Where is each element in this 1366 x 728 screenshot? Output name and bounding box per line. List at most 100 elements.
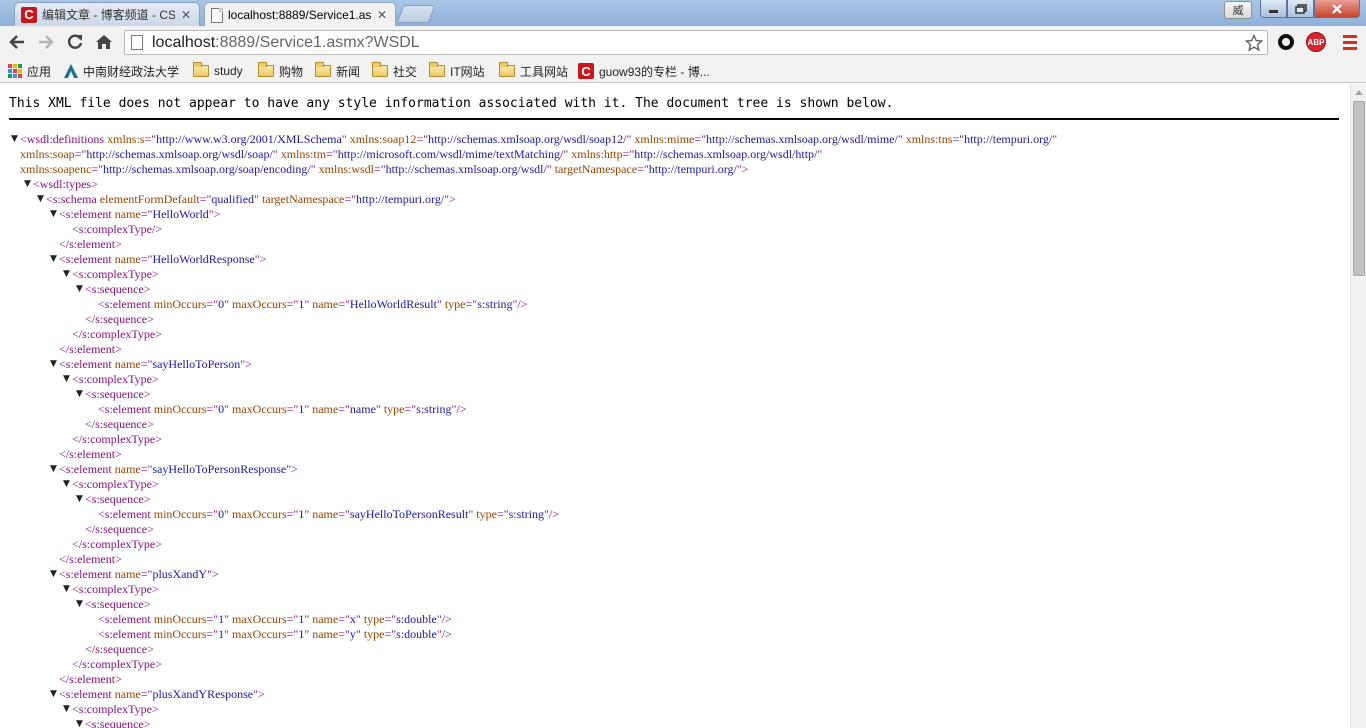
bookmark-zuel[interactable]: 中南财经政法大学 <box>64 62 179 80</box>
bookmark-csdn-blog[interactable]: C guow93的专栏 - 博... <box>578 62 710 80</box>
xml-tag-text: =" <box>637 162 649 176</box>
bookmark-folder-tools[interactable]: 工具网站 <box>499 62 568 80</box>
folder-icon <box>315 62 331 77</box>
collapse-toggle-icon[interactable]: ▼ <box>48 687 59 702</box>
minimize-button[interactable] <box>1260 0 1287 18</box>
xml-tag-text: </s:complexType> <box>72 657 163 671</box>
xml-attr-value: http://schemas.xmlsoap.org/wsdl/soap12/ <box>428 132 627 146</box>
collapse-toggle-icon[interactable]: ▼ <box>74 492 85 507</box>
xml-tag-text: </s:complexType> <box>72 432 163 446</box>
xml-line: <s:element minOccurs="1" maxOccurs="1" n… <box>0 612 1350 627</box>
xml-tag-text: =" <box>404 402 417 416</box>
xml-attr-name: type <box>476 507 497 521</box>
collapse-toggle-icon[interactable]: ▼ <box>48 252 59 267</box>
collapse-toggle-icon[interactable]: ▼ <box>74 282 85 297</box>
xml-tree: ▼ <wsdl:definitions xmlns:s="http://www.w… <box>0 132 1350 728</box>
xml-tag-text: <s:complexType> <box>72 267 159 281</box>
xml-tag-text: =" <box>140 252 153 266</box>
xml-tag-text: "/> <box>543 507 559 521</box>
xml-line: xmlns:soap="http://schemas.xmlsoap.org/w… <box>0 147 1350 162</box>
tab-csdn-editor[interactable]: C 编辑文章 - 博客频道 - CSDN ✕ <box>14 2 200 26</box>
xml-attr-name: xmlns:soapenc <box>20 162 92 176</box>
collapse-toggle-icon[interactable]: ▼ <box>74 387 85 402</box>
xml-attr-value: http://tempuri.org/ <box>648 162 737 176</box>
xml-tag-text: "/> <box>436 627 452 641</box>
chrome-menu-button[interactable] <box>1340 32 1360 52</box>
xml-attr-value: s:double <box>396 627 437 641</box>
xml-attr-name: name <box>114 687 141 701</box>
bookmark-folder-it-sites[interactable]: IT网站 <box>429 62 485 80</box>
address-bar[interactable]: localhost:8889/Service1.asmx?WSDL <box>124 30 1268 55</box>
xml-tag-text: </s:sequence> <box>85 522 154 536</box>
xml-attr-name: xmlns:http <box>571 147 623 161</box>
bookmark-folder-shopping[interactable]: 购物 <box>258 62 303 80</box>
extension-circle-button[interactable] <box>1276 32 1296 52</box>
xml-tag-text: <s:element <box>98 507 151 521</box>
window-close-button[interactable] <box>1314 0 1360 18</box>
university-logo-icon <box>64 64 78 78</box>
xml-tag-text: =" <box>952 132 965 146</box>
xml-line: <s:element minOccurs="1" maxOccurs="1" n… <box>0 627 1350 642</box>
xml-attr-value: http://tempuri.org/ <box>964 132 1053 146</box>
bookmark-apps[interactable]: 应用 <box>8 62 51 80</box>
xml-attr-value: qualified <box>211 192 255 206</box>
adblock-plus-button[interactable]: ABP <box>1306 32 1326 52</box>
address-url[interactable]: localhost:8889/Service1.asmx?WSDL <box>152 34 1241 52</box>
tab-wsdl[interactable]: localhost:8889/Service1.asmx?WSDL ✕ <box>204 2 396 27</box>
xml-line: <s:element minOccurs="0" maxOccurs="1" n… <box>0 402 1350 417</box>
xml-attr-name: targetNamespace <box>261 192 345 206</box>
close-icon[interactable]: ✕ <box>375 8 389 22</box>
xml-tag-text: <s:element <box>59 207 112 221</box>
collapse-toggle-icon[interactable]: ▼ <box>35 192 46 207</box>
collapse-toggle-icon[interactable]: ▼ <box>61 702 72 717</box>
scrollbar-thumb[interactable] <box>1353 101 1365 276</box>
xml-attr-name: maxOccurs <box>232 402 287 416</box>
xml-tag-text: =" <box>496 507 509 521</box>
back-button[interactable] <box>6 31 28 53</box>
title-bar: C 编辑文章 - 博客频道 - CSDN ✕ localhost:8889/Se… <box>0 0 1366 27</box>
collapse-toggle-icon[interactable]: ▼ <box>61 582 72 597</box>
xml-tag-text: =" <box>338 627 350 641</box>
new-tab-button[interactable] <box>396 5 436 23</box>
xml-tag-text: =" <box>286 297 299 311</box>
xml-attr-name: xmlns:soap12 <box>349 132 417 146</box>
xml-attr-value: http://schemas.xmlsoap.org/wsdl/ <box>385 162 547 176</box>
collapse-toggle-icon[interactable]: ▼ <box>61 477 72 492</box>
xml-tag-text: <s:element <box>59 462 112 476</box>
reload-icon <box>67 34 83 49</box>
collapse-toggle-icon[interactable]: ▼ <box>48 567 59 582</box>
xml-tag-text: <s:complexType> <box>72 372 159 386</box>
xml-tag-text: "/> <box>436 612 452 626</box>
home-button[interactable] <box>93 31 115 53</box>
bookmark-folder-social[interactable]: 社交 <box>372 62 417 80</box>
scroll-up-icon[interactable] <box>1355 90 1363 95</box>
xml-line: </s:element> <box>0 342 1350 357</box>
collapse-toggle-icon[interactable]: ▼ <box>22 177 33 192</box>
collapse-toggle-icon[interactable]: ▼ <box>74 717 85 728</box>
xml-line: ▼ <s:complexType> <box>0 582 1350 597</box>
profile-button[interactable]: 威 <box>1224 1 1252 19</box>
xml-tag-text: <s:schema <box>46 192 97 206</box>
reload-button[interactable] <box>64 31 86 53</box>
vertical-scrollbar[interactable] <box>1350 84 1366 728</box>
xml-tag-text: "> <box>254 252 267 266</box>
collapse-toggle-icon[interactable]: ▼ <box>61 372 72 387</box>
xml-attr-name: xmlns:wsdl <box>318 162 374 176</box>
bookmark-star-button[interactable] <box>1241 32 1267 54</box>
collapse-toggle-icon[interactable]: ▼ <box>48 357 59 372</box>
xml-attr-name: minOccurs <box>153 402 207 416</box>
collapse-toggle-icon[interactable]: ▼ <box>74 597 85 612</box>
xml-attr-name: elementFormDefault <box>99 192 200 206</box>
collapse-toggle-icon[interactable]: ▼ <box>48 207 59 222</box>
collapse-toggle-icon[interactable]: ▼ <box>9 132 20 147</box>
maximize-button[interactable] <box>1287 0 1314 18</box>
collapse-toggle-icon[interactable]: ▼ <box>48 462 59 477</box>
xml-line: xmlns:soapenc =" http://schemas.xmlsoap.or… <box>0 162 1350 177</box>
xml-tag-text: " <box>817 147 823 161</box>
bookmark-folder-study[interactable]: study <box>193 62 243 80</box>
collapse-toggle-icon[interactable]: ▼ <box>61 267 72 282</box>
close-icon[interactable]: ✕ <box>179 8 193 22</box>
forward-button[interactable] <box>35 31 57 53</box>
bookmark-folder-news[interactable]: 新闻 <box>315 62 360 80</box>
xml-attr-name: xmlns:tns <box>905 132 953 146</box>
